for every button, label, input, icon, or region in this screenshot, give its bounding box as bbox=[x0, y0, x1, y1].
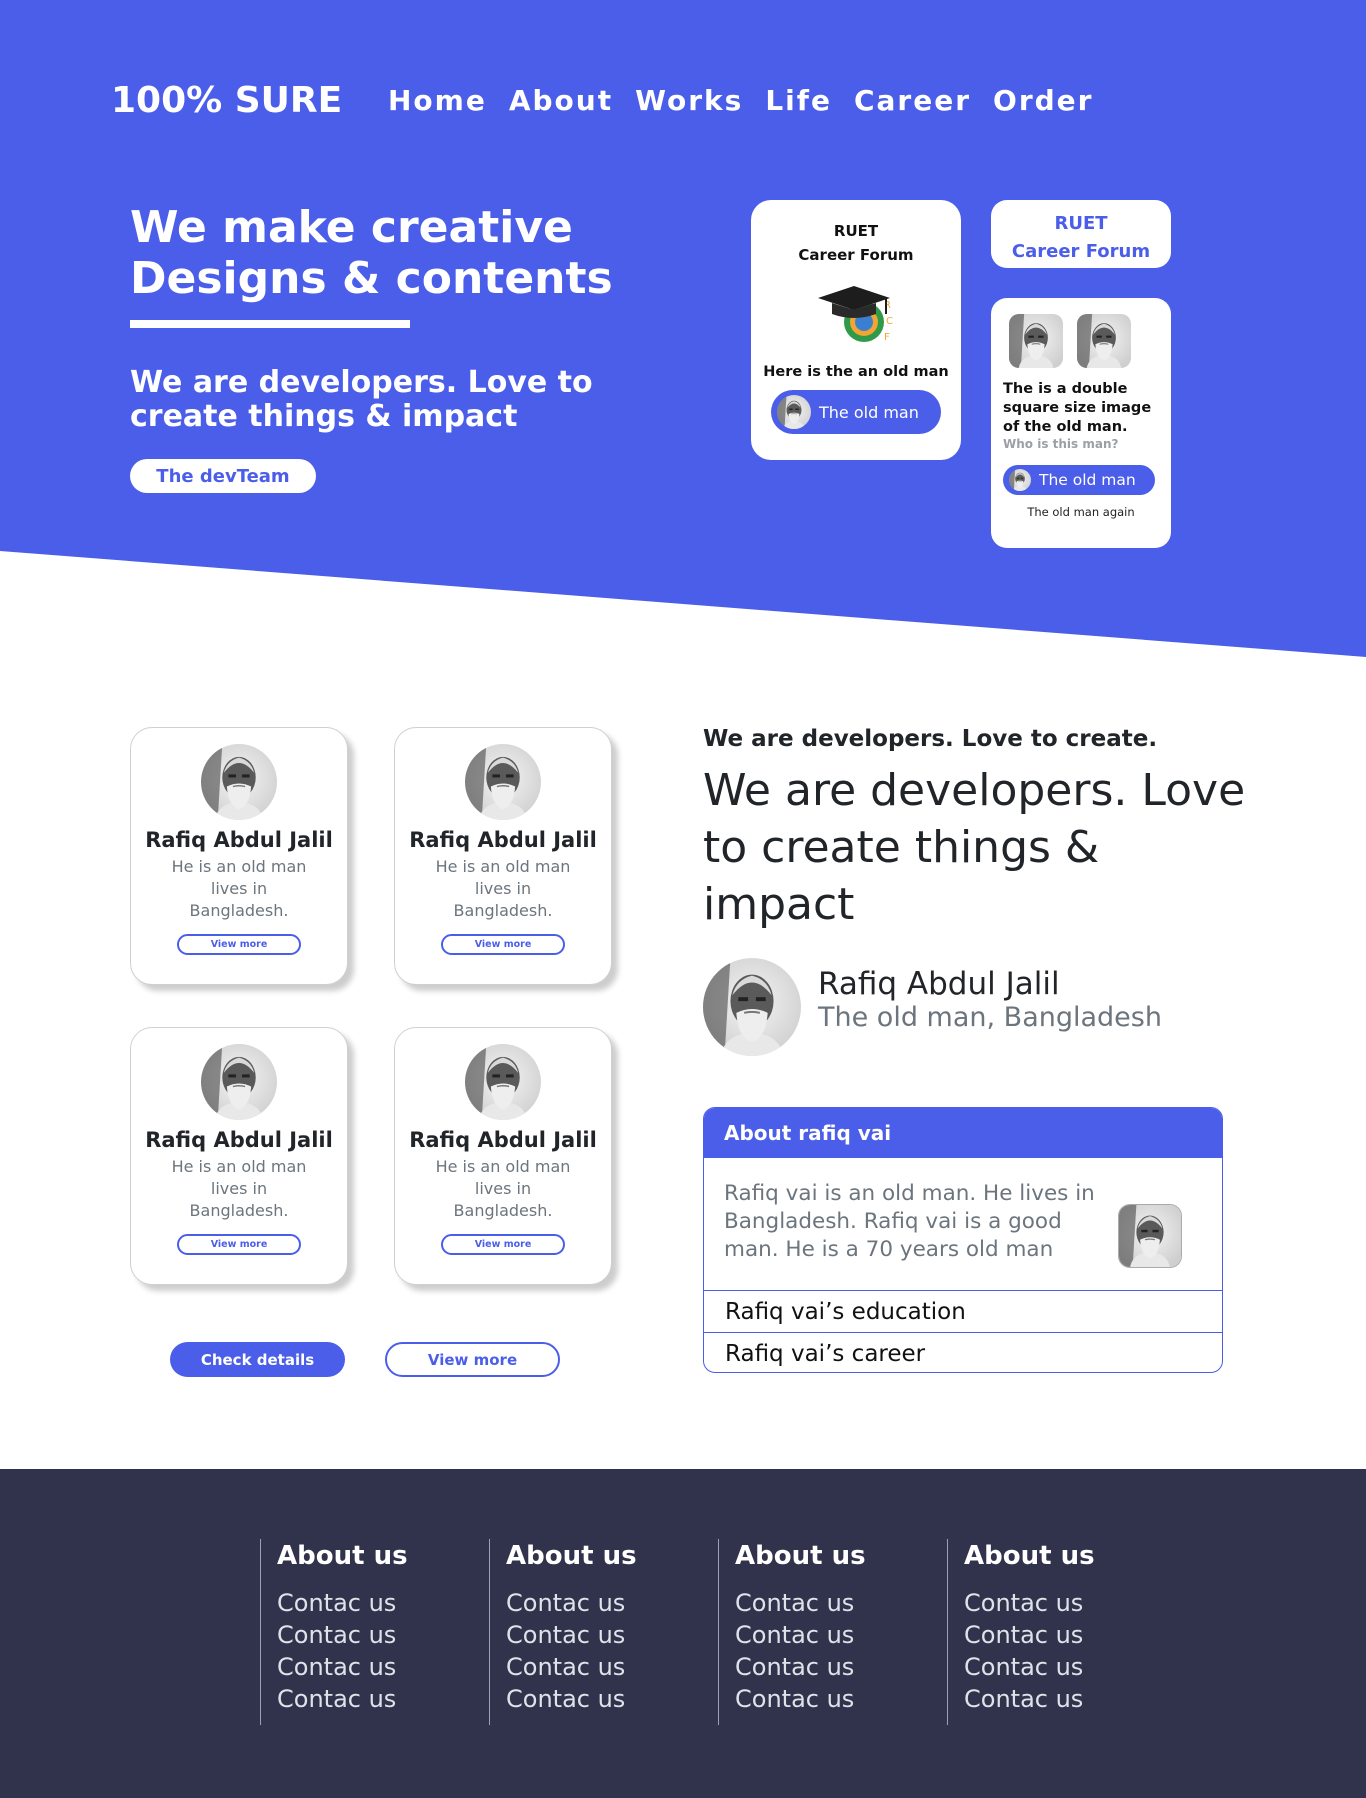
old-man-image bbox=[1118, 1204, 1182, 1268]
footer-link[interactable]: Contac us bbox=[964, 1619, 1137, 1651]
profile-avatar bbox=[465, 744, 541, 820]
double-card-footer: The old man again bbox=[1027, 505, 1135, 519]
svg-text:F: F bbox=[884, 332, 890, 343]
double-card-description: The is a double square size image of the… bbox=[1003, 381, 1152, 435]
footer-link[interactable]: Contac us bbox=[735, 1683, 908, 1715]
hero-title-line1: We make creative bbox=[130, 202, 573, 253]
footer-link[interactable]: Contac us bbox=[735, 1587, 908, 1619]
old-man-avatar bbox=[777, 395, 811, 429]
hero-title-line2: Designs & contents bbox=[130, 253, 613, 304]
check-details-button[interactable]: Check details bbox=[170, 1342, 345, 1377]
nav-career[interactable]: Career bbox=[854, 84, 971, 117]
accordion-item-education[interactable]: Rafiq vai’s education bbox=[704, 1290, 1222, 1332]
graduation-cap-logo-icon: R C F bbox=[814, 278, 898, 354]
footer-link[interactable]: Contac us bbox=[277, 1587, 450, 1619]
footer-link[interactable]: Contac us bbox=[506, 1651, 679, 1683]
footer-heading: About us bbox=[964, 1541, 1095, 1571]
old-man-image bbox=[1009, 314, 1063, 368]
accordion-header[interactable]: About rafiq vai bbox=[704, 1108, 1222, 1158]
nav-life[interactable]: Life bbox=[765, 84, 832, 117]
footer-column: About us Contac us Contac us Contac us C… bbox=[489, 1539, 679, 1725]
accordion-body: Rafiq vai is an old man. He lives in Ban… bbox=[704, 1158, 1222, 1290]
profile-name: Rafiq Abdul Jalil bbox=[145, 1128, 333, 1152]
footer-heading: About us bbox=[277, 1541, 408, 1571]
forum-tag-line1: RUET bbox=[1054, 213, 1108, 234]
view-more-button[interactable]: View more bbox=[385, 1342, 560, 1377]
footer-heading: About us bbox=[735, 1541, 866, 1571]
view-more-button[interactable]: View more bbox=[177, 934, 301, 955]
footer-heading: About us bbox=[506, 1541, 637, 1571]
profile-card: Rafiq Abdul Jalil He is an old man lives… bbox=[130, 1027, 348, 1285]
pill-label: The old man bbox=[1039, 471, 1136, 489]
footer-link[interactable]: Contac us bbox=[964, 1651, 1137, 1683]
profile-avatar bbox=[465, 1044, 541, 1120]
main-nav: Home About Works Life Career Order bbox=[388, 84, 1093, 117]
accordion-text: Rafiq vai is an old man. He lives in Ban… bbox=[724, 1181, 1095, 1262]
forum-card-title: RUET bbox=[833, 222, 879, 240]
old-man-image bbox=[1077, 314, 1131, 368]
person-name: Rafiq Abdul Jalil bbox=[818, 966, 1060, 1002]
site-footer: About us Contac us Contac us Contac us C… bbox=[0, 1469, 1366, 1798]
profile-card: Rafiq Abdul Jalil He is an old man lives… bbox=[394, 1027, 612, 1285]
profile-bio: He is an old man lives in Bangladesh. bbox=[171, 1157, 307, 1220]
intro-kicker: We are developers. Love to create. bbox=[703, 726, 1158, 752]
old-man-pill-button[interactable]: The old man bbox=[771, 390, 941, 434]
forum-card: RUET Career Forum R C F Here is the an o… bbox=[751, 200, 961, 460]
footer-link[interactable]: Contac us bbox=[964, 1683, 1137, 1715]
forum-card-subtitle: Career Forum bbox=[798, 246, 914, 264]
hero-divider bbox=[130, 320, 410, 328]
profile-bio: He is an old man lives in Bangladesh. bbox=[435, 857, 571, 920]
footer-link[interactable]: Contac us bbox=[277, 1683, 450, 1715]
nav-about[interactable]: About bbox=[509, 84, 613, 117]
view-more-button[interactable]: View more bbox=[441, 1234, 565, 1255]
forum-card-caption: Here is the an old man bbox=[763, 364, 949, 380]
forum-tag-line2: Career Forum bbox=[1011, 241, 1151, 262]
profile-card: Rafiq Abdul Jalil He is an old man lives… bbox=[394, 727, 612, 985]
profile-bio: He is an old man lives in Bangladesh. bbox=[435, 1157, 571, 1220]
footer-link[interactable]: Contac us bbox=[277, 1651, 450, 1683]
profile-bio: He is an old man lives in Bangladesh. bbox=[171, 857, 307, 920]
svg-text:C: C bbox=[886, 316, 893, 327]
double-card-question: Who is this man? bbox=[1003, 437, 1119, 451]
footer-link[interactable]: Contac us bbox=[964, 1587, 1137, 1619]
person-avatar bbox=[703, 958, 801, 1056]
view-more-button[interactable]: View more bbox=[177, 1234, 301, 1255]
profile-card: Rafiq Abdul Jalil He is an old man lives… bbox=[130, 727, 348, 985]
about-accordion: About rafiq vai Rafiq vai is an old man.… bbox=[703, 1107, 1223, 1373]
view-more-button[interactable]: View more bbox=[441, 934, 565, 955]
footer-link[interactable]: Contac us bbox=[506, 1683, 679, 1715]
profile-name: Rafiq Abdul Jalil bbox=[409, 828, 597, 852]
footer-column: About us Contac us Contac us Contac us C… bbox=[718, 1539, 908, 1725]
profile-name: Rafiq Abdul Jalil bbox=[145, 828, 333, 852]
forum-tag-card[interactable]: RUET Career Forum bbox=[991, 200, 1171, 268]
profile-avatar bbox=[201, 744, 277, 820]
intro-heading: We are developers. Love to create things… bbox=[703, 765, 1246, 930]
footer-link[interactable]: Contac us bbox=[277, 1619, 450, 1651]
footer-column: About us Contac us Contac us Contac us C… bbox=[947, 1539, 1137, 1725]
footer-link[interactable]: Contac us bbox=[735, 1619, 908, 1651]
hero-subtitle: We are developers. Love to create things… bbox=[130, 365, 593, 434]
old-man-pill-button[interactable]: The old man bbox=[1003, 465, 1155, 495]
footer-link[interactable]: Contac us bbox=[735, 1651, 908, 1683]
hero-title: We make creative Designs & contents bbox=[130, 202, 690, 304]
site-logo[interactable]: 100% SURE bbox=[111, 80, 342, 121]
person-subtitle: The old man, Bangladesh bbox=[818, 1002, 1162, 1033]
profile-avatar bbox=[201, 1044, 277, 1120]
nav-order[interactable]: Order bbox=[993, 84, 1093, 117]
old-man-avatar bbox=[1009, 469, 1031, 491]
profile-name: Rafiq Abdul Jalil bbox=[409, 1128, 597, 1152]
double-image-card: The is a double square size image of the… bbox=[991, 298, 1171, 548]
footer-link[interactable]: Contac us bbox=[506, 1619, 679, 1651]
pill-label: The old man bbox=[819, 402, 919, 422]
image-pair bbox=[1003, 314, 1159, 368]
accordion-item-career[interactable]: Rafiq vai’s career bbox=[704, 1332, 1222, 1372]
nav-home[interactable]: Home bbox=[388, 84, 487, 117]
nav-works[interactable]: Works bbox=[635, 84, 743, 117]
devteam-button[interactable]: The devTeam bbox=[130, 459, 316, 493]
footer-link[interactable]: Contac us bbox=[506, 1587, 679, 1619]
footer-column: About us Contac us Contac us Contac us C… bbox=[260, 1539, 450, 1725]
